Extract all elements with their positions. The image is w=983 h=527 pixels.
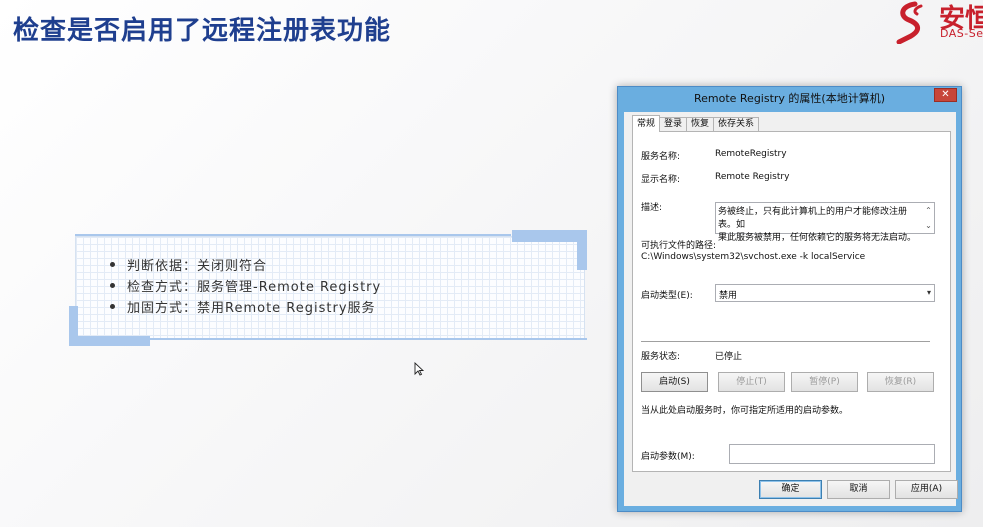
bullet-icon (110, 283, 115, 288)
bullet-text: 加固方式：禁用Remote Registry服务 (127, 301, 376, 316)
tab-bar: 常规 登录 恢复 依存关系 (632, 115, 760, 132)
service-properties-dialog: Remote Registry 的属性(本地计算机) ✕ 常规 登录 恢复 依存… (617, 86, 962, 512)
company-logo: 安恒 DAS-Security (893, 0, 983, 44)
tab-recovery[interactable]: 恢复 (686, 117, 715, 132)
service-name-value: RemoteRegistry (715, 149, 787, 159)
chevron-down-icon: ▾ (926, 288, 931, 297)
apply-button[interactable]: 应用(A) (895, 480, 958, 499)
scroll-down-icon[interactable]: ⌄ (923, 218, 934, 233)
service-status-value: 已停止 (715, 352, 743, 362)
close-button[interactable]: ✕ (934, 88, 957, 102)
logo-swirl-icon (896, 1, 923, 44)
stop-button[interactable]: 停止(T) (718, 372, 785, 392)
bullet-list: 判断依据：关闭则符合 检查方式：服务管理-Remote Registry 加固方… (110, 254, 381, 317)
box-accent-line (150, 338, 587, 340)
start-params-input[interactable] (729, 444, 935, 464)
tab-general[interactable]: 常规 (632, 115, 661, 132)
startup-type-select[interactable]: 禁用 ▾ (715, 284, 935, 302)
dialog-title: Remote Registry 的属性(本地计算机) (693, 92, 886, 105)
bullet-icon (110, 262, 115, 267)
general-tab-page: 服务名称: RemoteRegistry 显示名称: Remote Regist… (632, 131, 951, 472)
box-accent-bar (69, 336, 150, 346)
dialog-client-area: 常规 登录 恢复 依存关系 服务名称: RemoteRegistry 显示名称:… (624, 112, 958, 506)
description-text: 务被终止，只有此计算机上的用户才能修改注册表。如 果此服务被禁用，任何依赖它的服… (718, 207, 917, 243)
box-accent-bar (512, 230, 587, 242)
service-status-label: 服务状态: (641, 352, 681, 362)
startup-type-label: 启动类型(E): (641, 291, 693, 301)
start-params-hint: 当从此处启动服务时，你可指定所适用的启动参数。 (641, 406, 849, 416)
display-name-value: Remote Registry (715, 172, 790, 182)
resume-button[interactable]: 恢复(R) (867, 372, 934, 392)
bullet-text: 检查方式：服务管理-Remote Registry (127, 280, 382, 295)
list-item: 判断依据：关闭则符合 (110, 254, 381, 275)
scroll-up-icon[interactable]: ⌃ (923, 203, 934, 218)
bullet-icon (110, 304, 115, 309)
ok-button[interactable]: 确定 (759, 480, 822, 499)
service-name-label: 服务名称: (641, 152, 681, 162)
slide-title: 检查是否启用了远程注册表功能 (13, 16, 392, 46)
tab-logon[interactable]: 登录 (659, 117, 688, 132)
cancel-button[interactable]: 取消 (827, 480, 890, 499)
display-name-label: 显示名称: (641, 175, 681, 185)
start-button[interactable]: 启动(S) (641, 372, 708, 392)
startup-type-value: 禁用 (719, 291, 738, 301)
box-accent-line (75, 234, 511, 236)
description-textbox[interactable]: 务被终止，只有此计算机上的用户才能修改注册表。如 果此服务被禁用，任何依赖它的服… (715, 202, 935, 243)
pause-button[interactable]: 暂停(P) (791, 372, 858, 392)
description-scrollbar[interactable]: ⌃ ⌄ (923, 203, 934, 233)
exe-path-label: 可执行文件的路径: (641, 241, 717, 251)
tab-dependencies[interactable]: 依存关系 (713, 117, 760, 132)
start-params-label: 启动参数(M): (641, 452, 695, 462)
description-label: 描述: (641, 203, 663, 213)
divider (641, 341, 930, 342)
box-accent-bar (577, 234, 587, 270)
exe-path-value: C:\Windows\system32\svchost.exe -k local… (641, 252, 866, 262)
list-item: 检查方式：服务管理-Remote Registry (110, 275, 381, 296)
bullet-text: 判断依据：关闭则符合 (127, 259, 268, 274)
list-item: 加固方式：禁用Remote Registry服务 (110, 296, 381, 317)
mouse-cursor-icon (414, 362, 424, 376)
logo-text-en: DAS-Security (940, 27, 983, 40)
